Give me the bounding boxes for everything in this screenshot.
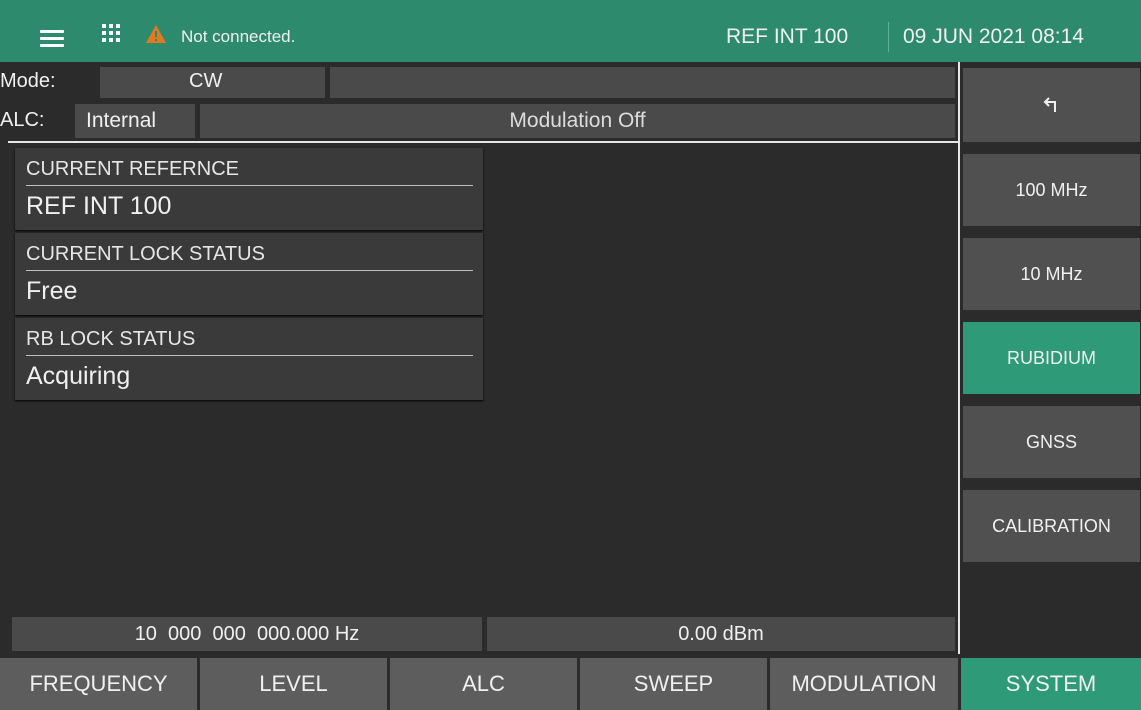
tab-alc[interactable]: ALC	[390, 658, 580, 710]
divider	[26, 185, 473, 186]
softkey-10mhz[interactable]: 10 MHz	[963, 238, 1140, 312]
softkey-gnss[interactable]: GNSS	[963, 406, 1140, 480]
modulation-status-bar: Modulation Off	[200, 104, 955, 138]
card-value: Acquiring	[26, 362, 131, 390]
card-value: REF INT 100	[26, 192, 172, 220]
card-title: RB LOCK STATUS	[26, 328, 196, 350]
connection-status: Not connected.	[181, 27, 296, 46]
tab-level[interactable]: LEVEL	[200, 658, 390, 710]
top-bar: Not connected. REF INT 100 09 JUN 2021 0…	[0, 0, 1141, 62]
warning-icon	[146, 25, 166, 43]
tab-frequency[interactable]: FREQUENCY	[0, 658, 200, 710]
alc-field[interactable]: Internal	[75, 104, 195, 138]
bottom-tab-bar: FREQUENCY LEVEL ALC SWEEP MODULATION SYS…	[0, 658, 1141, 710]
tab-modulation[interactable]: MODULATION	[770, 658, 961, 710]
mode-label: Mode:	[0, 70, 56, 92]
back-arrow-icon	[1043, 97, 1056, 112]
frequency-value: 10 000 000 000.000 Hz	[134, 623, 360, 645]
divider	[26, 270, 473, 271]
level-value: 0.00 dBm	[678, 623, 764, 645]
mode-value: CW	[189, 70, 223, 92]
panel-divider	[958, 62, 960, 654]
mode-info-bar	[330, 67, 955, 98]
date-time: 09 JUN 2021 08:14	[903, 25, 1084, 48]
softkey-100mhz[interactable]: 100 MHz	[963, 154, 1140, 228]
modulation-status: Modulation Off	[509, 109, 646, 132]
card-title: CURRENT LOCK STATUS	[26, 243, 265, 265]
tab-system[interactable]: SYSTEM	[961, 658, 1141, 710]
tab-sweep[interactable]: SWEEP	[580, 658, 770, 710]
alc-label: ALC:	[0, 109, 45, 131]
divider	[8, 141, 958, 143]
divider	[888, 22, 889, 52]
level-readout[interactable]: 0.00 dBm	[487, 617, 955, 651]
rb-lock-status-card: RB LOCK STATUS Acquiring	[15, 318, 483, 400]
menu-icon[interactable]	[40, 30, 64, 48]
reference-indicator: REF INT 100	[726, 25, 849, 48]
card-title: CURRENT REFERNCE	[26, 158, 239, 180]
back-button[interactable]	[963, 68, 1140, 144]
softkey-calibration[interactable]: CALIBRATION	[963, 490, 1140, 564]
apps-grid-icon[interactable]	[102, 24, 120, 42]
card-value: Free	[26, 277, 78, 305]
current-reference-card: CURRENT REFERNCE REF INT 100	[15, 148, 483, 230]
current-lock-status-card: CURRENT LOCK STATUS Free	[15, 233, 483, 315]
divider	[26, 355, 473, 356]
softkey-rubidium[interactable]: RUBIDIUM	[963, 322, 1140, 396]
alc-value: Internal	[86, 109, 157, 132]
frequency-readout[interactable]: 10 000 000 000.000 Hz	[12, 617, 482, 651]
mode-field[interactable]: CW	[100, 67, 325, 98]
